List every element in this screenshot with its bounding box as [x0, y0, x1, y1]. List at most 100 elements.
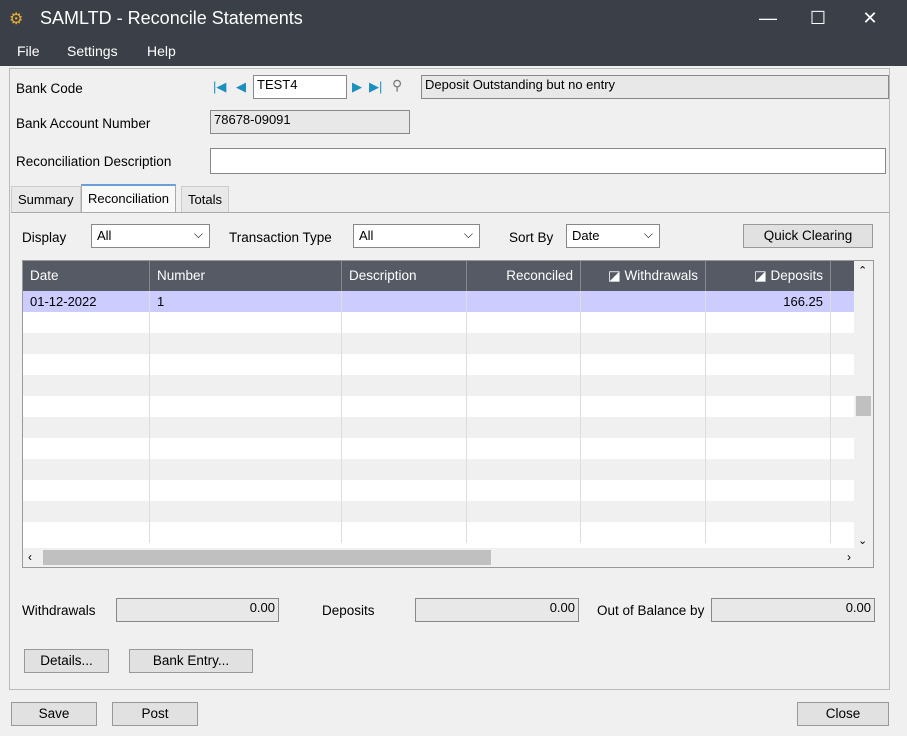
cell-withdrawals[interactable] [581, 522, 706, 543]
tab-summary[interactable]: Summary [11, 186, 81, 212]
cell-date[interactable] [23, 333, 150, 354]
quick-clearing-button[interactable]: Quick Clearing [743, 224, 873, 248]
table-row[interactable] [23, 480, 855, 501]
cell-date[interactable] [23, 522, 150, 543]
cell-extra[interactable] [831, 459, 855, 480]
cell-description[interactable] [342, 459, 467, 480]
cell-deposits[interactable] [706, 354, 831, 375]
cell-date[interactable]: 01-12-2022 [23, 291, 150, 312]
table-row[interactable] [23, 312, 855, 333]
cell-withdrawals[interactable] [581, 396, 706, 417]
column-withdrawals[interactable]: ◪ Withdrawals [581, 261, 706, 291]
cell-deposits[interactable] [706, 522, 831, 543]
first-record-icon[interactable]: |◀ [213, 79, 226, 95]
column-date[interactable]: Date [23, 261, 150, 291]
transaction-type-select[interactable]: All ⌵ [353, 224, 480, 248]
cell-description[interactable] [342, 501, 467, 522]
menu-settings[interactable]: Settings [67, 43, 118, 59]
table-row[interactable] [23, 396, 855, 417]
cell-date[interactable] [23, 438, 150, 459]
bank-code-input[interactable]: TEST4 [253, 75, 347, 99]
cell-deposits[interactable] [706, 501, 831, 522]
menu-help[interactable]: Help [147, 43, 176, 59]
post-button[interactable]: Post [112, 702, 198, 726]
cell-withdrawals[interactable] [581, 354, 706, 375]
cell-reconciled[interactable] [467, 522, 581, 543]
column-description[interactable]: Description [342, 261, 467, 291]
cell-description[interactable] [342, 396, 467, 417]
close-button[interactable]: Close [797, 702, 889, 726]
cell-description[interactable] [342, 291, 467, 312]
table-row[interactable] [23, 438, 855, 459]
cell-description[interactable] [342, 480, 467, 501]
cell-description[interactable] [342, 354, 467, 375]
cell-deposits[interactable] [706, 396, 831, 417]
cell-reconciled[interactable] [467, 438, 581, 459]
cell-reconciled[interactable] [467, 291, 581, 312]
cell-reconciled[interactable] [467, 375, 581, 396]
cell-withdrawals[interactable] [581, 459, 706, 480]
cell-reconciled[interactable] [467, 459, 581, 480]
last-record-icon[interactable]: ▶| [369, 79, 382, 95]
next-record-icon[interactable]: ▶ [352, 79, 362, 95]
cell-deposits[interactable] [706, 333, 831, 354]
cell-reconciled[interactable] [467, 396, 581, 417]
cell-number[interactable] [150, 438, 342, 459]
cell-description[interactable] [342, 417, 467, 438]
tab-reconciliation[interactable]: Reconciliation [81, 184, 176, 213]
column-number[interactable]: Number [150, 261, 342, 291]
cell-extra[interactable] [831, 522, 855, 543]
cell-description[interactable] [342, 333, 467, 354]
column-reconciled[interactable]: Reconciled [467, 261, 581, 291]
cell-number[interactable] [150, 354, 342, 375]
table-row[interactable] [23, 375, 855, 396]
cell-reconciled[interactable] [467, 501, 581, 522]
cell-description[interactable] [342, 438, 467, 459]
cell-reconciled[interactable] [467, 354, 581, 375]
save-button[interactable]: Save [11, 702, 97, 726]
vertical-scrollbar[interactable]: ⌃ ⌄ [854, 261, 873, 549]
cell-withdrawals[interactable] [581, 417, 706, 438]
cell-reconciled[interactable] [467, 312, 581, 333]
horizontal-scrollbar[interactable]: ‹ › [23, 548, 873, 567]
display-select[interactable]: All ⌵ [91, 224, 210, 248]
cell-date[interactable] [23, 375, 150, 396]
cell-extra[interactable] [831, 396, 855, 417]
scroll-thumb[interactable] [856, 396, 871, 416]
recon-description-input[interactable] [210, 148, 886, 174]
search-icon[interactable]: ⚲ [392, 77, 402, 94]
cell-withdrawals[interactable] [581, 480, 706, 501]
cell-number[interactable] [150, 333, 342, 354]
cell-reconciled[interactable] [467, 333, 581, 354]
scroll-up-icon[interactable]: ⌃ [858, 264, 867, 277]
minimize-button[interactable]: — [748, 4, 788, 32]
cell-number[interactable] [150, 312, 342, 333]
cell-date[interactable] [23, 459, 150, 480]
cell-extra[interactable] [831, 417, 855, 438]
cell-extra[interactable] [831, 333, 855, 354]
bank-entry-button[interactable]: Bank Entry... [129, 649, 253, 673]
cell-withdrawals[interactable] [581, 438, 706, 459]
table-row[interactable] [23, 522, 855, 543]
cell-extra[interactable] [831, 375, 855, 396]
table-row[interactable] [23, 501, 855, 522]
cell-description[interactable] [342, 522, 467, 543]
cell-extra[interactable] [831, 312, 855, 333]
cell-date[interactable] [23, 417, 150, 438]
cell-number[interactable] [150, 375, 342, 396]
cell-date[interactable] [23, 501, 150, 522]
cell-number[interactable] [150, 480, 342, 501]
cell-number[interactable] [150, 396, 342, 417]
scroll-left-icon[interactable]: ‹ [28, 550, 32, 564]
cell-number[interactable]: 1 [150, 291, 342, 312]
scroll-down-icon[interactable]: ⌄ [858, 534, 867, 547]
cell-reconciled[interactable] [467, 417, 581, 438]
menu-file[interactable]: File [17, 43, 40, 59]
cell-deposits[interactable] [706, 375, 831, 396]
cell-reconciled[interactable] [467, 480, 581, 501]
table-row[interactable] [23, 354, 855, 375]
table-row[interactable] [23, 459, 855, 480]
cell-deposits[interactable] [706, 312, 831, 333]
cell-extra[interactable] [831, 438, 855, 459]
scroll-right-icon[interactable]: › [847, 550, 851, 564]
